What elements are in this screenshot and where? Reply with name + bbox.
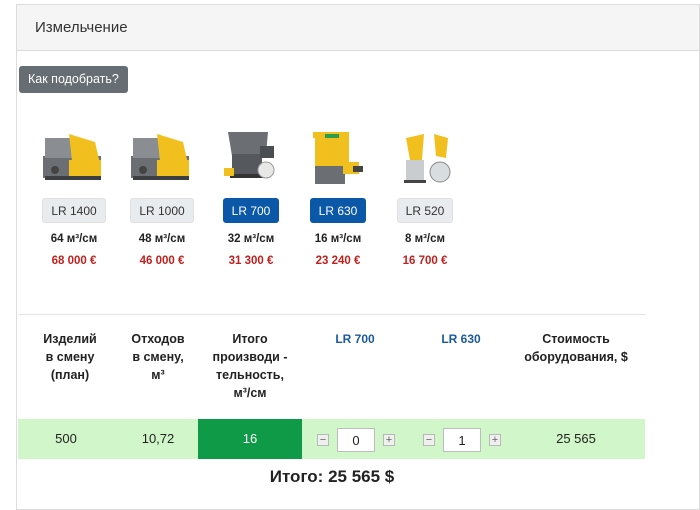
machine-image [39, 130, 109, 190]
machine-price: 46 000 € [139, 255, 185, 267]
machine-capacity: 32 м³/см [227, 233, 275, 245]
machine-capacity: 8 м³/см [404, 233, 446, 245]
table-header: Изделий в смену (план) Отходов в смену, м³ И… [18, 330, 646, 418]
machine-price: 16 700 € [402, 255, 448, 267]
increment-button[interactable]: + [489, 434, 501, 446]
decrement-button[interactable]: − [317, 434, 329, 446]
machine-image [390, 130, 460, 190]
header-model-lr630: LR 630 [441, 332, 481, 346]
cell-items: 500 [55, 431, 77, 446]
divider [18, 314, 646, 315]
quantity-stepper-lr700: − + [317, 428, 397, 452]
cell-waste: 10,72 [141, 431, 175, 446]
machine-model-button[interactable]: LR 1400 [42, 198, 106, 223]
machine-price: 31 300 € [228, 255, 274, 267]
header-items-per-shift: Изделий в смену (план) [43, 332, 97, 382]
machine-model-button[interactable]: LR 630 [309, 198, 367, 223]
cell-total-performance: 16 [198, 419, 302, 459]
decrement-button[interactable]: − [423, 434, 435, 446]
machine-price: 23 240 € [315, 255, 361, 267]
machine-capacity: 64 м³/см [50, 233, 98, 245]
machine-model-button[interactable]: LR 700 [222, 198, 280, 223]
machine-card[interactable]: LR 630 16 м³/см 23 240 € [294, 130, 382, 267]
machine-card[interactable]: LR 1400 64 м³/см 68 000 € [30, 130, 118, 267]
table-row: 500 10,72 16 − + − + 25 565 [18, 419, 645, 459]
machine-model-button[interactable]: LR 520 [396, 198, 454, 223]
quantity-input-lr630[interactable] [443, 428, 481, 452]
machine-capacity: 16 м³/см [314, 233, 362, 245]
header-total-performance: Итого производи - тельность, м³/см [212, 332, 288, 400]
header-waste-per-shift: Отходов в смену, м³ [131, 332, 185, 382]
machine-card[interactable]: LR 520 8 м³/см 16 700 € [381, 130, 469, 267]
panel-title: Измельчение [17, 5, 699, 51]
cell-equipment-cost: 25 565 [556, 431, 596, 446]
quantity-stepper-lr630: − + [423, 428, 503, 452]
header-model-lr700: LR 700 [335, 332, 375, 346]
how-to-choose-button[interactable]: Как подобрать? [19, 66, 128, 93]
header-equipment-cost: Стоимость оборудования, $ [524, 332, 628, 364]
machine-model-button[interactable]: LR 1000 [130, 198, 194, 223]
machine-card[interactable]: LR 700 32 м³/см 31 300 € [207, 130, 295, 267]
machine-image [303, 130, 373, 190]
quantity-input-lr700[interactable] [337, 428, 375, 452]
machine-price: 68 000 € [51, 255, 97, 267]
machine-capacity: 48 м³/см [138, 233, 186, 245]
increment-button[interactable]: + [383, 434, 395, 446]
machine-image [216, 130, 286, 190]
machine-list: LR 1400 64 м³/см 68 000 € LR 1000 48 м³/см 46… [18, 130, 454, 280]
machine-image [127, 130, 197, 190]
grand-total: Итого: 25 565 $ [269, 467, 395, 486]
machine-card[interactable]: LR 1000 48 м³/см 46 000 € [118, 130, 206, 267]
